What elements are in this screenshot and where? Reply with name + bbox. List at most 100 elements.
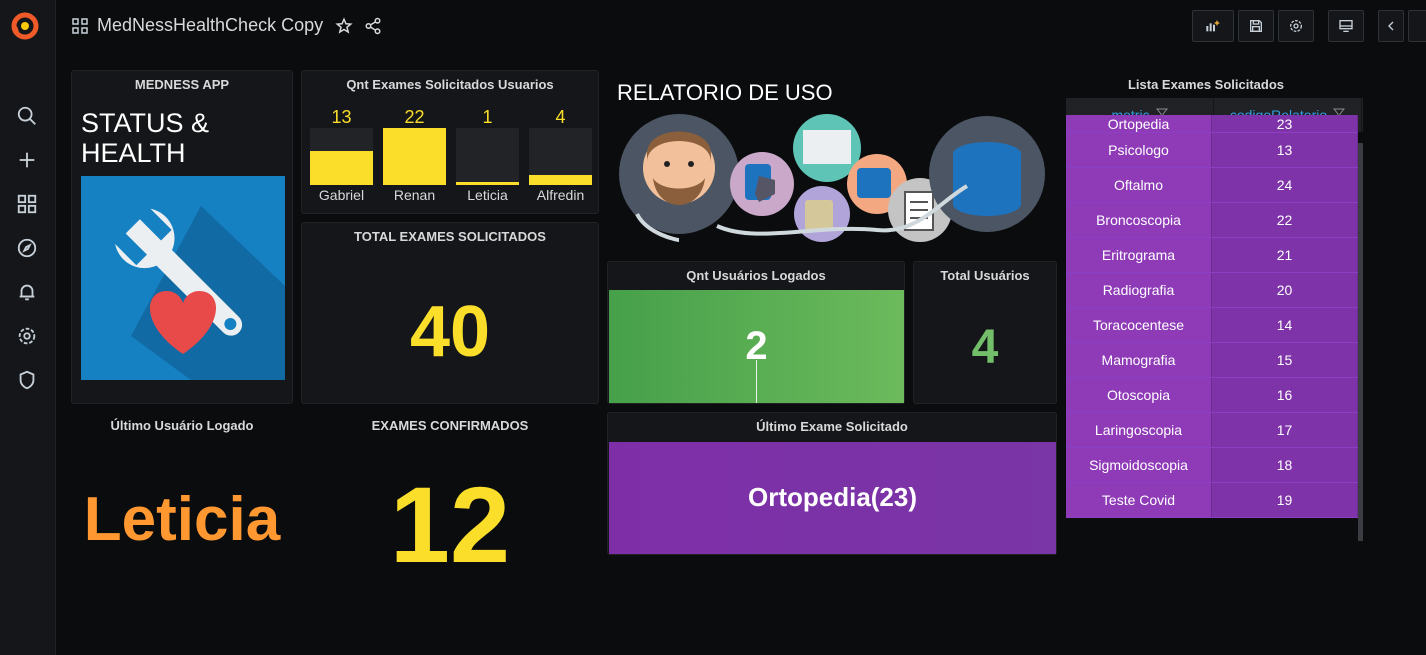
bar-gabriel: 13 Gabriel <box>310 71 373 211</box>
cell-codigo: 20 <box>1212 273 1358 307</box>
time-back-button[interactable] <box>1378 10 1404 42</box>
tv-mode-button[interactable] <box>1328 10 1364 42</box>
panel-title: MEDNESS APP <box>134 77 230 92</box>
bar-leticia: 1 Leticia <box>456 71 519 211</box>
bar-fill <box>310 151 373 185</box>
lista-exames-table: metric codigoRelatorio Ortopedia23 Psico… <box>1066 98 1363 544</box>
table-row: Oftalmo 24 <box>1066 168 1358 203</box>
panel-title: EXAMES CONFIRMADOS <box>371 418 529 433</box>
exames-confirmados-value: 12 <box>389 464 511 585</box>
bar-track <box>456 128 519 185</box>
cell-metric: Radiografia <box>1066 273 1212 307</box>
total-exames-panel: TOTAL EXAMES SOLICITADOS 40 <box>301 222 599 404</box>
cell-metric: Mamografia <box>1066 343 1212 377</box>
total-exames-value: 40 <box>409 292 491 372</box>
ultimo-usuario-panel: Último Usuário Logado Leticia <box>71 412 293 572</box>
configuration-icon[interactable] <box>14 323 40 349</box>
bar-value: 13 <box>331 107 352 127</box>
bar-track <box>310 128 373 185</box>
top-navbar: MedNessHealthCheck Copy <box>56 0 1426 52</box>
time-picker-button[interactable] <box>1408 10 1426 42</box>
cell-codigo: 17 <box>1212 413 1358 447</box>
table-row: Teste Covid 19 <box>1066 483 1358 518</box>
cell-codigo: 19 <box>1212 483 1358 517</box>
exames-confirmados-panel: EXAMES CONFIRMADOS 12 <box>301 412 599 585</box>
bar-value: 4 <box>555 107 566 127</box>
cell-codigo: 23 <box>1212 115 1358 132</box>
cell-metric: Psicologo <box>1066 133 1212 167</box>
panel-title: Qnt Usuários Logados <box>686 268 826 283</box>
bar-value: 1 <box>482 107 493 127</box>
usuarios-logados-box: 2 <box>609 290 904 403</box>
panel-title: Último Exame Solicitado <box>756 419 908 434</box>
cell-metric: Teste Covid <box>1066 483 1212 517</box>
sparkline-line <box>756 360 757 403</box>
panel-title: Total Usuários <box>940 268 1030 283</box>
medness-app-panel: MEDNESS APP STATUS & HEALTH <box>71 70 293 404</box>
search-icon[interactable] <box>14 103 40 129</box>
table-row: Eritrograma 21 <box>1066 238 1358 273</box>
table-row: Sigmoidoscopia 18 <box>1066 448 1358 483</box>
panel-title: Último Usuário Logado <box>110 418 254 433</box>
cell-metric: Broncoscopia <box>1066 203 1212 237</box>
cell-codigo: 18 <box>1212 448 1358 482</box>
cell-codigo: 15 <box>1212 343 1358 377</box>
table-row: Mamografia 15 <box>1066 343 1358 378</box>
bar-label: Renan <box>393 187 436 203</box>
bar-label: Alfredin <box>536 187 585 203</box>
bar-alfredin: 4 Alfredin <box>529 71 592 211</box>
ultimo-exame-box: Ortopedia(23) <box>609 442 1056 554</box>
bar-label: Gabriel <box>318 187 365 203</box>
status-health-text: STATUS & HEALTH <box>81 108 210 168</box>
cell-metric: Oftalmo <box>1066 168 1212 202</box>
share-icon[interactable] <box>364 17 382 35</box>
alerting-icon[interactable] <box>14 279 40 305</box>
star-icon[interactable] <box>335 17 353 35</box>
wrench-heart-image <box>81 176 285 380</box>
dashboards-icon[interactable] <box>14 191 40 217</box>
cell-metric: Otoscopia <box>1066 378 1212 412</box>
settings-button[interactable] <box>1278 10 1314 42</box>
bar-label: Leticia <box>467 187 508 203</box>
ultimo-exame-panel: Último Exame Solicitado Ortopedia(23) <box>607 412 1057 555</box>
bar-renan: 22 Renan <box>383 71 446 211</box>
cell-codigo: 16 <box>1212 378 1358 412</box>
cell-metric: Ortopedia <box>1066 115 1212 132</box>
dashboard-title[interactable]: MedNessHealthCheck Copy <box>97 15 323 36</box>
shield-icon[interactable] <box>14 367 40 393</box>
bar-fill <box>529 174 592 185</box>
table-row: Laringoscopia 17 <box>1066 413 1358 448</box>
plus-icon[interactable] <box>14 147 40 173</box>
total-usuarios-panel: Total Usuários 4 <box>913 261 1057 404</box>
qnt-usuarios-panel: Qnt Usuários Logados 2 <box>607 261 905 404</box>
cell-metric: Eritrograma <box>1066 238 1212 272</box>
table-row: Radiografia 20 <box>1066 273 1358 308</box>
cell-metric: Toracocentese <box>1066 308 1212 342</box>
bar-track <box>529 128 592 185</box>
cell-codigo: 22 <box>1212 203 1358 237</box>
table-scrollbar[interactable] <box>1358 143 1363 541</box>
sidebar <box>0 0 56 655</box>
table-row: Toracocentese 14 <box>1066 308 1358 343</box>
bar-fill <box>456 182 519 185</box>
relatorio-panel: RELATORIO DE USO <box>607 70 1057 250</box>
explore-icon[interactable] <box>14 235 40 261</box>
cell-codigo: 14 <box>1212 308 1358 342</box>
table-row: Broncoscopia 22 <box>1066 203 1358 238</box>
table-row: Otoscopia 16 <box>1066 378 1358 413</box>
cell-metric: Sigmoidoscopia <box>1066 448 1212 482</box>
lista-exames-title: Lista Exames Solicitados <box>1127 77 1285 92</box>
cell-codigo: 24 <box>1212 168 1358 202</box>
bar-fill <box>383 128 446 185</box>
qnt-exames-bar-panel: Qnt Exames Solicitados Usuarios 13 Gabri… <box>301 70 599 214</box>
ultimo-exame-value: Ortopedia(23) <box>747 482 918 512</box>
cell-codigo: 13 <box>1212 133 1358 167</box>
cell-codigo: 21 <box>1212 238 1358 272</box>
add-panel-button[interactable] <box>1192 10 1234 42</box>
table-row: Ortopedia 23 <box>1066 115 1358 133</box>
save-dashboard-button[interactable] <box>1238 10 1274 42</box>
relatorio-illustration <box>617 114 1047 244</box>
ultimo-usuario-value: Leticia <box>83 485 281 554</box>
grafana-logo-icon[interactable] <box>8 9 42 43</box>
dashboard-grid-icon <box>72 18 88 34</box>
